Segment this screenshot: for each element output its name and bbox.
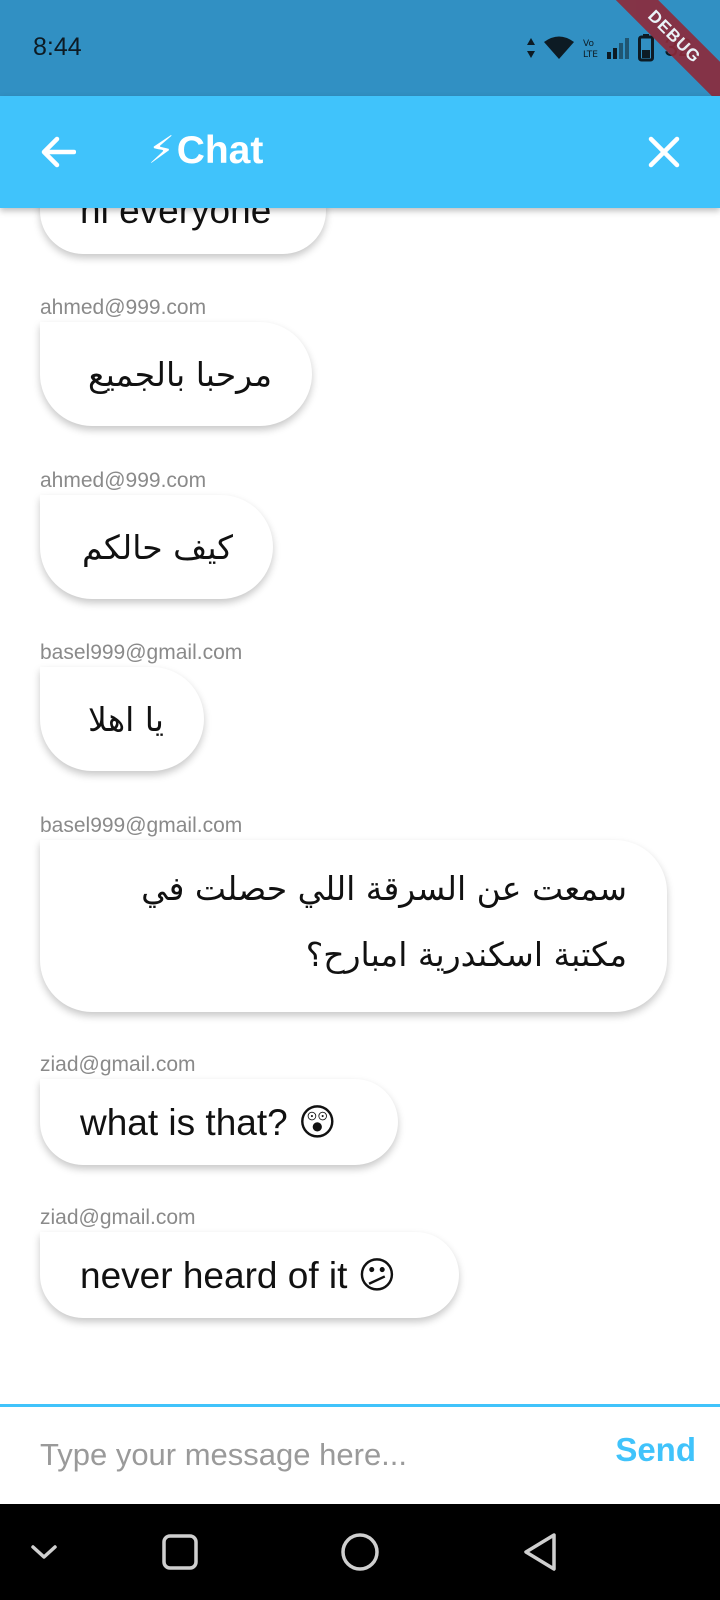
arrow-back-icon: [41, 136, 76, 168]
message-list[interactable]: hi everyone ahmed@999.com مرحبا بالجميع …: [0, 208, 720, 1404]
home-icon: [341, 1533, 379, 1571]
close-icon: [648, 136, 680, 168]
send-button[interactable]: Send: [615, 1431, 696, 1469]
message-text: مرحبا بالجميع: [88, 354, 272, 394]
svg-text:Vo: Vo: [583, 39, 594, 49]
battery-icon: [638, 34, 655, 62]
nav-back-button[interactable]: [510, 1522, 570, 1582]
recents-icon: [162, 1534, 198, 1570]
status-bar: 8:44 VoLTE 32: [0, 0, 720, 96]
svg-text:LTE: LTE: [583, 50, 598, 60]
message-text: hi everyone: [80, 208, 272, 231]
message-text: كيف حالكم: [81, 527, 233, 567]
message-bubble: what is that? 😲: [40, 1079, 398, 1165]
message-text: never heard of it 😕: [80, 1254, 397, 1296]
message-bubble: يا اهلا: [40, 667, 204, 771]
message-bubble: never heard of it 😕: [40, 1232, 459, 1318]
page-title: ⚡ Chat: [148, 128, 263, 173]
message-text: what is that? 😲: [80, 1101, 337, 1143]
message-text: يا اهلا: [88, 699, 164, 739]
back-triangle-icon: [524, 1533, 556, 1571]
message-composer: Send: [0, 1407, 720, 1504]
chevron-down-icon: [31, 1545, 57, 1559]
wifi-icon: [544, 36, 575, 59]
close-button[interactable]: [636, 124, 692, 180]
back-button[interactable]: [30, 124, 86, 180]
message-bubble: مرحبا بالجميع: [40, 322, 312, 426]
signal-icon: [607, 38, 630, 59]
message-input[interactable]: [40, 1425, 580, 1485]
app-bar: ⚡ Chat: [0, 96, 720, 208]
volte-icon: VoLTE: [583, 39, 598, 60]
message-sender: ahmed@999.com: [40, 296, 207, 319]
nav-home-button[interactable]: [330, 1522, 390, 1582]
message-sender: ahmed@999.com: [40, 469, 207, 492]
page-title-text: Chat: [176, 128, 264, 172]
nav-recents-button[interactable]: [150, 1522, 210, 1582]
status-time: 8:44: [33, 33, 82, 61]
message-bubble: hi everyone: [40, 208, 326, 254]
message-bubble: كيف حالكم: [40, 495, 273, 599]
lightning-icon: ⚡: [148, 130, 175, 172]
message-sender: basel999@gmail.com: [40, 641, 243, 664]
nav-collapse-button[interactable]: [14, 1522, 74, 1582]
message-sender: basel999@gmail.com: [40, 814, 243, 837]
message-bubble: سمعت عن السرقة اللي حصلت في مكتبة اسكندر…: [40, 840, 667, 1012]
message-sender: ziad@gmail.com: [40, 1206, 196, 1229]
system-nav-bar: [0, 1504, 720, 1600]
data-arrows-icon: [527, 38, 536, 58]
message-text: سمعت عن السرقة اللي حصلت في مكتبة اسكندر…: [141, 869, 627, 974]
message-sender: ziad@gmail.com: [40, 1053, 196, 1076]
